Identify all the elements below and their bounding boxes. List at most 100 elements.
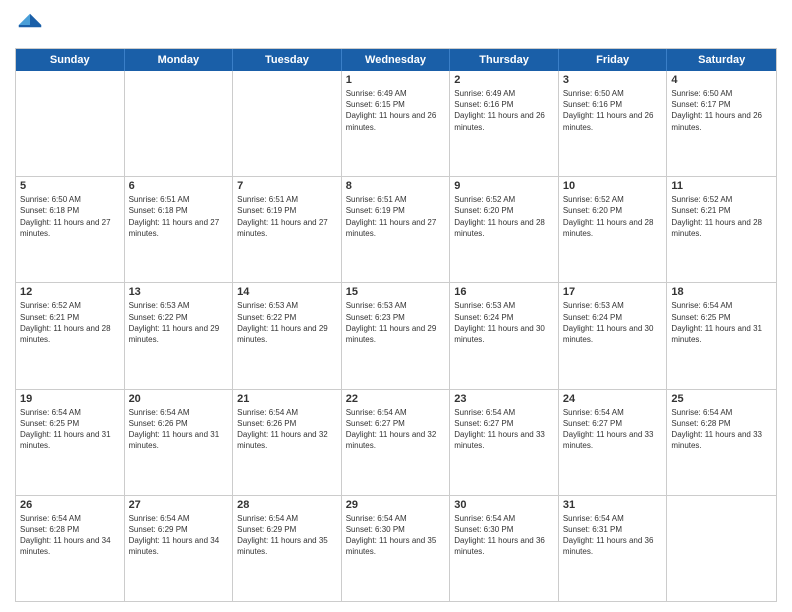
calendar-cell: 29 Sunrise: 6:54 AM Sunset: 6:30 PM Dayli… <box>342 496 451 601</box>
day-number: 4 <box>671 74 772 86</box>
day-info: Sunrise: 6:49 AM Sunset: 6:16 PM Dayligh… <box>454 88 554 133</box>
calendar-cell: 25 Sunrise: 6:54 AM Sunset: 6:28 PM Dayli… <box>667 390 776 495</box>
calendar-cell: 31 Sunrise: 6:54 AM Sunset: 6:31 PM Dayli… <box>559 496 668 601</box>
day-info: Sunrise: 6:51 AM Sunset: 6:19 PM Dayligh… <box>237 194 337 239</box>
day-info: Sunrise: 6:54 AM Sunset: 6:31 PM Dayligh… <box>563 513 663 558</box>
calendar-row: 5 Sunrise: 6:50 AM Sunset: 6:18 PM Daylig… <box>16 177 776 283</box>
day-info: Sunrise: 6:54 AM Sunset: 6:26 PM Dayligh… <box>129 407 229 452</box>
day-number: 10 <box>563 180 663 192</box>
calendar-cell: 17 Sunrise: 6:53 AM Sunset: 6:24 PM Dayli… <box>559 283 668 388</box>
day-number: 19 <box>20 393 120 405</box>
calendar-cell: 7Sunrise: 6:51 AM Sunset: 6:19 PM Daylig… <box>233 177 342 282</box>
calendar-cell: 24Sunrise: 6:54 AM Sunset: 6:27 PM Dayli… <box>559 390 668 495</box>
calendar-cell: 27Sunrise: 6:54 AM Sunset: 6:29 PM Dayli… <box>125 496 234 601</box>
calendar-row: 19 Sunrise: 6:54 AM Sunset: 6:25 PM Dayli… <box>16 390 776 496</box>
day-info: Sunrise: 6:53 AM Sunset: 6:22 PM Dayligh… <box>237 300 337 345</box>
calendar-row: 26 Sunrise: 6:54 AM Sunset: 6:28 PM Dayli… <box>16 496 776 601</box>
day-number: 5 <box>20 180 120 192</box>
calendar-cell <box>125 71 234 176</box>
day-number: 27 <box>129 499 229 511</box>
day-info: Sunrise: 6:54 AM Sunset: 6:28 PM Dayligh… <box>671 407 772 452</box>
calendar-cell: 26 Sunrise: 6:54 AM Sunset: 6:28 PM Dayli… <box>16 496 125 601</box>
calendar-cell: 15 Sunrise: 6:53 AM Sunset: 6:23 PM Dayli… <box>342 283 451 388</box>
day-info: Sunrise: 6:54 AM Sunset: 6:28 PM Dayligh… <box>20 513 120 558</box>
day-number: 26 <box>20 499 120 511</box>
day-number: 31 <box>563 499 663 511</box>
day-number: 14 <box>237 286 337 298</box>
day-info: Sunrise: 6:54 AM Sunset: 6:30 PM Dayligh… <box>346 513 446 558</box>
calendar-cell: 20 Sunrise: 6:54 AM Sunset: 6:26 PM Dayli… <box>125 390 234 495</box>
calendar-cell: 30Sunrise: 6:54 AM Sunset: 6:30 PM Dayli… <box>450 496 559 601</box>
logo <box>15 10 49 40</box>
calendar-cell <box>16 71 125 176</box>
calendar-cell: 2 Sunrise: 6:49 AM Sunset: 6:16 PM Daylig… <box>450 71 559 176</box>
day-info: Sunrise: 6:54 AM Sunset: 6:27 PM Dayligh… <box>563 407 663 452</box>
calendar-cell: 18 Sunrise: 6:54 AM Sunset: 6:25 PM Dayli… <box>667 283 776 388</box>
day-number: 25 <box>671 393 772 405</box>
day-info: Sunrise: 6:51 AM Sunset: 6:18 PM Dayligh… <box>129 194 229 239</box>
calendar: SundayMondayTuesdayWednesdayThursdayFrid… <box>15 48 777 602</box>
day-number: 20 <box>129 393 229 405</box>
logo-icon <box>15 10 45 40</box>
day-info: Sunrise: 6:49 AM Sunset: 6:15 PM Dayligh… <box>346 88 446 133</box>
day-info: Sunrise: 6:54 AM Sunset: 6:27 PM Dayligh… <box>454 407 554 452</box>
day-info: Sunrise: 6:54 AM Sunset: 6:29 PM Dayligh… <box>237 513 337 558</box>
day-number: 15 <box>346 286 446 298</box>
calendar-cell: 13 Sunrise: 6:53 AM Sunset: 6:22 PM Dayli… <box>125 283 234 388</box>
day-info: Sunrise: 6:54 AM Sunset: 6:26 PM Dayligh… <box>237 407 337 452</box>
calendar-cell: 8 Sunrise: 6:51 AM Sunset: 6:19 PM Daylig… <box>342 177 451 282</box>
day-number: 23 <box>454 393 554 405</box>
day-info: Sunrise: 6:51 AM Sunset: 6:19 PM Dayligh… <box>346 194 446 239</box>
day-info: Sunrise: 6:52 AM Sunset: 6:21 PM Dayligh… <box>671 194 772 239</box>
day-info: Sunrise: 6:52 AM Sunset: 6:20 PM Dayligh… <box>563 194 663 239</box>
day-number: 6 <box>129 180 229 192</box>
calendar-cell <box>667 496 776 601</box>
day-number: 12 <box>20 286 120 298</box>
calendar-cell: 4 Sunrise: 6:50 AM Sunset: 6:17 PM Daylig… <box>667 71 776 176</box>
day-number: 8 <box>346 180 446 192</box>
day-info: Sunrise: 6:54 AM Sunset: 6:25 PM Dayligh… <box>671 300 772 345</box>
weekday-header: Friday <box>559 49 668 71</box>
calendar-row: 12 Sunrise: 6:52 AM Sunset: 6:21 PM Dayli… <box>16 283 776 389</box>
calendar-row: 1 Sunrise: 6:49 AM Sunset: 6:15 PM Daylig… <box>16 71 776 177</box>
weekday-header: Tuesday <box>233 49 342 71</box>
day-info: Sunrise: 6:53 AM Sunset: 6:24 PM Dayligh… <box>563 300 663 345</box>
day-info: Sunrise: 6:52 AM Sunset: 6:21 PM Dayligh… <box>20 300 120 345</box>
day-number: 13 <box>129 286 229 298</box>
day-info: Sunrise: 6:53 AM Sunset: 6:23 PM Dayligh… <box>346 300 446 345</box>
weekday-header: Saturday <box>667 49 776 71</box>
weekday-header: Monday <box>125 49 234 71</box>
calendar-cell: 11 Sunrise: 6:52 AM Sunset: 6:21 PM Dayli… <box>667 177 776 282</box>
calendar-cell: 16Sunrise: 6:53 AM Sunset: 6:24 PM Dayli… <box>450 283 559 388</box>
day-info: Sunrise: 6:50 AM Sunset: 6:18 PM Dayligh… <box>20 194 120 239</box>
calendar-cell: 22Sunrise: 6:54 AM Sunset: 6:27 PM Dayli… <box>342 390 451 495</box>
header <box>15 10 777 40</box>
calendar-cell: 9Sunrise: 6:52 AM Sunset: 6:20 PM Daylig… <box>450 177 559 282</box>
day-number: 30 <box>454 499 554 511</box>
weekday-header: Sunday <box>16 49 125 71</box>
day-number: 28 <box>237 499 337 511</box>
day-info: Sunrise: 6:53 AM Sunset: 6:24 PM Dayligh… <box>454 300 554 345</box>
calendar-cell: 14 Sunrise: 6:53 AM Sunset: 6:22 PM Dayli… <box>233 283 342 388</box>
calendar-cell: 6 Sunrise: 6:51 AM Sunset: 6:18 PM Daylig… <box>125 177 234 282</box>
day-number: 1 <box>346 74 446 86</box>
day-number: 29 <box>346 499 446 511</box>
day-info: Sunrise: 6:52 AM Sunset: 6:20 PM Dayligh… <box>454 194 554 239</box>
day-info: Sunrise: 6:53 AM Sunset: 6:22 PM Dayligh… <box>129 300 229 345</box>
day-number: 17 <box>563 286 663 298</box>
day-number: 3 <box>563 74 663 86</box>
weekday-header: Wednesday <box>342 49 451 71</box>
day-info: Sunrise: 6:54 AM Sunset: 6:25 PM Dayligh… <box>20 407 120 452</box>
weekday-header: Thursday <box>450 49 559 71</box>
calendar-cell: 19 Sunrise: 6:54 AM Sunset: 6:25 PM Dayli… <box>16 390 125 495</box>
calendar-cell: 28 Sunrise: 6:54 AM Sunset: 6:29 PM Dayli… <box>233 496 342 601</box>
day-number: 2 <box>454 74 554 86</box>
day-number: 21 <box>237 393 337 405</box>
day-info: Sunrise: 6:54 AM Sunset: 6:27 PM Dayligh… <box>346 407 446 452</box>
calendar-body: 1 Sunrise: 6:49 AM Sunset: 6:15 PM Daylig… <box>16 71 776 601</box>
day-info: Sunrise: 6:50 AM Sunset: 6:17 PM Dayligh… <box>671 88 772 133</box>
calendar-cell: 12 Sunrise: 6:52 AM Sunset: 6:21 PM Dayli… <box>16 283 125 388</box>
day-info: Sunrise: 6:50 AM Sunset: 6:16 PM Dayligh… <box>563 88 663 133</box>
day-number: 18 <box>671 286 772 298</box>
day-number: 11 <box>671 180 772 192</box>
